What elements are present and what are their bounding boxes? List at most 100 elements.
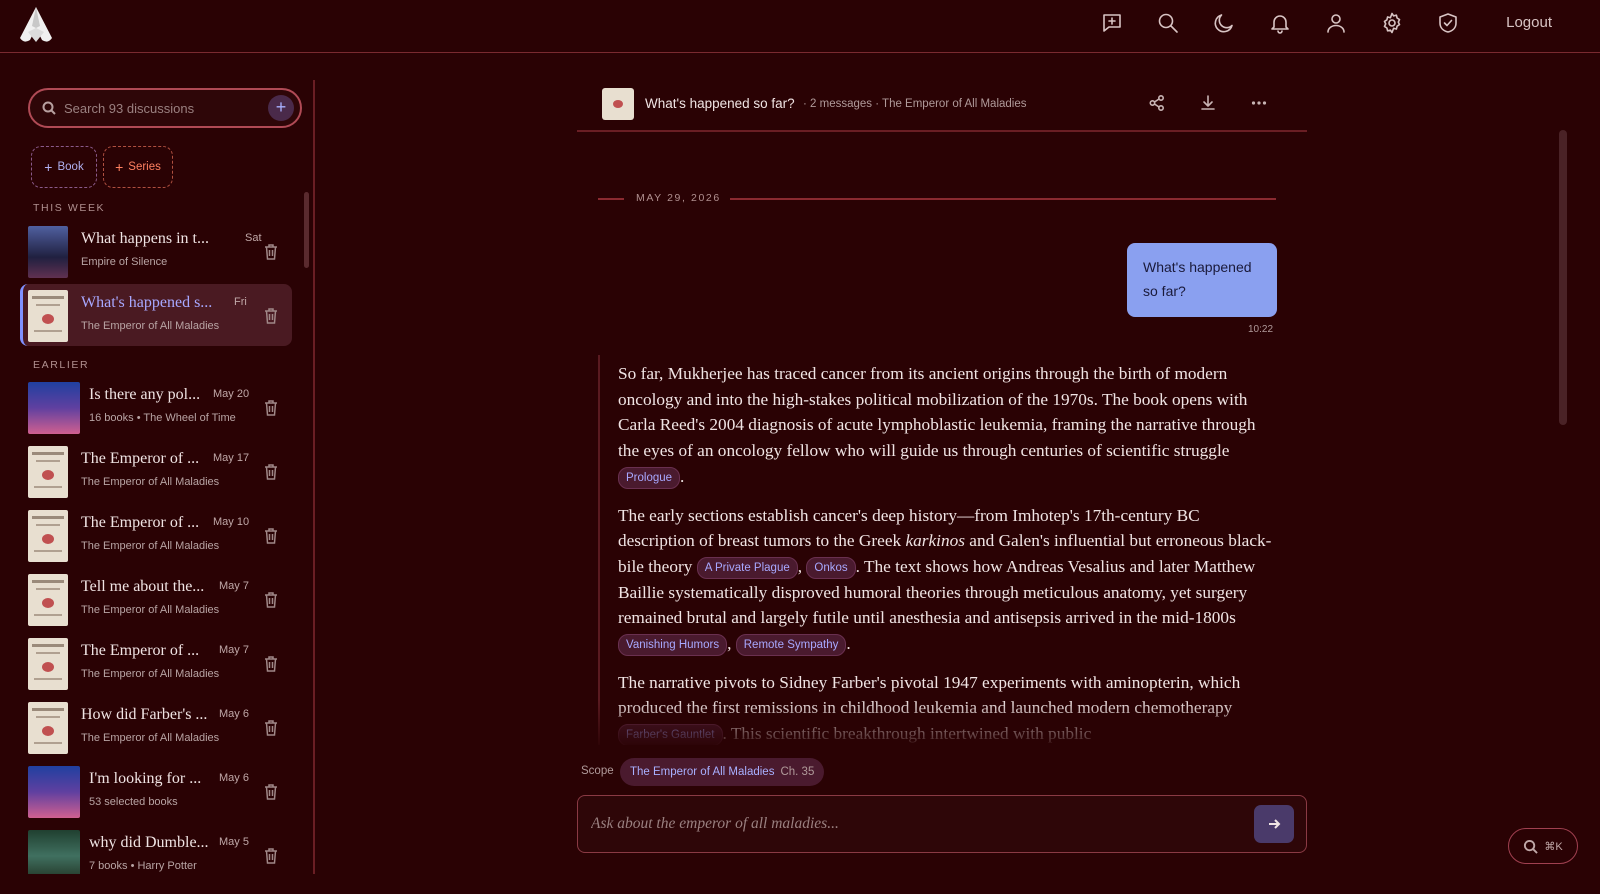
citation-chip[interactable]: A Private Plague [696,556,798,579]
trash-icon[interactable] [264,656,278,672]
conversation-date: May 5 [219,836,249,848]
trash-icon[interactable] [264,308,278,324]
conversation-item[interactable]: The Emperor of ... The Emperor of All Ma… [20,632,292,694]
assistant-message: So far, Mukherjee has traced cancer from… [598,355,1278,745]
book-cover [28,638,68,690]
new-chat-icon[interactable] [1084,0,1140,45]
user-icon[interactable] [1308,0,1364,45]
cmdk-label: ⌘K [1544,840,1563,853]
message-time: 10:22 [1248,324,1274,335]
citation-chip[interactable]: Vanishing Humors [618,634,728,657]
book-cover-stack [28,766,80,818]
conversation-subtitle: The Emperor of All Maladies [81,476,220,488]
command-palette-button[interactable]: ⌘K [1508,828,1578,864]
more-icon[interactable] [1250,94,1272,116]
book-cover-stack [28,382,80,434]
conversation-item[interactable]: Tell me about the... The Emperor of All … [20,568,292,630]
new-discussion-button[interactable]: + [268,95,294,121]
conversation-subtitle: 7 books • Harry Potter [89,860,197,872]
conversation-item[interactable]: What happens in t... Empire of Silence S… [20,220,292,282]
book-cover [28,702,68,754]
sidebar-scrollbar[interactable] [304,192,309,268]
book-cover [28,574,68,626]
conversation-date: May 7 [219,644,249,656]
conversation-subtitle: Empire of Silence [81,256,168,268]
conversation-subtitle: 16 books • The Wheel of Time [89,412,236,424]
trash-icon[interactable] [264,848,278,864]
answer-paragraph: The early sections establish cancer's de… [618,503,1278,657]
sidebar: + + Book + Series THIS WEEK What happens… [14,80,315,874]
discussion-search-input[interactable] [64,96,254,120]
citation-chip[interactable]: Prologue [618,466,681,489]
arrow-right-icon [1269,819,1281,829]
conversation-subtitle: The Emperor of All Maladies [81,732,220,744]
section-this-week: THIS WEEK [33,202,106,214]
conversation-date: Sat [245,232,262,244]
trash-icon[interactable] [264,720,278,736]
trash-icon[interactable] [264,784,278,800]
conversation-item[interactable]: I'm looking for ... 53 selected books Ma… [20,760,292,822]
chat-meta: · 2 messages · The Emperor of All Maladi… [803,98,1027,110]
book-cover [28,290,68,342]
trash-icon[interactable] [264,400,278,416]
scope-book: The Emperor of All Maladies [630,766,775,778]
chat-scrollbar[interactable] [1559,130,1567,425]
add-series-label: Series [128,161,161,173]
conversation-date: May 6 [219,708,249,720]
answer-paragraph: The narrative pivots to Sidney Farber's … [618,670,1278,745]
conversation-title: Is there any pol... [89,386,201,403]
conversation-subtitle: The Emperor of All Maladies [81,668,220,680]
citation-chip[interactable]: Onkos [806,556,856,579]
book-cover [28,510,68,562]
trash-icon[interactable] [264,244,278,260]
scope-chip[interactable]: The Emperor of All Maladies Ch. 35 [620,758,825,786]
send-button[interactable] [1254,805,1294,843]
conversation-title: The Emperor of ... [81,514,200,531]
answer-paragraph: So far, Mukherjee has traced cancer from… [618,361,1278,490]
share-icon[interactable] [1148,94,1170,116]
conversation-title: The Emperor of ... [81,642,200,659]
ask-box [577,795,1307,853]
download-icon[interactable] [1199,94,1221,116]
conversation-date: May 20 [213,388,250,400]
shield-icon[interactable] [1420,0,1476,45]
conversation-item[interactable]: The Emperor of ... The Emperor of All Ma… [20,440,292,502]
conversation-title: The Emperor of ... [81,450,200,467]
conversation-item[interactable]: Is there any pol... 16 books • The Wheel… [20,376,292,438]
conversation-subtitle: The Emperor of All Maladies [81,540,220,552]
book-cover [28,226,68,278]
gear-icon[interactable] [1364,0,1420,45]
conversation-date: May 7 [219,580,249,592]
conversation-item[interactable]: The Emperor of ... The Emperor of All Ma… [20,504,292,566]
conversation-title: What happens in t... [81,230,209,247]
citation-chip[interactable]: Farber's Gauntlet [618,724,723,745]
citation-chip[interactable]: Remote Sympathy [735,634,847,657]
trash-icon[interactable] [264,528,278,544]
conversation-subtitle: The Emperor of All Maladies [81,320,220,332]
conversation-title: why did Dumble... [89,834,209,851]
discussion-search: + [28,88,302,128]
conversation-title: I'm looking for ... [89,770,202,787]
conversation-item[interactable]: How did Farber's ... The Emperor of All … [20,696,292,758]
conversation-item-active[interactable]: What's happened s... The Emperor of All … [20,284,292,346]
search-icon[interactable] [1140,0,1196,45]
app-logo[interactable] [16,4,56,44]
book-cover [602,88,634,120]
section-earlier: EARLIER [33,359,90,371]
conversation-title: How did Farber's ... [81,706,208,723]
book-cover-stack [28,830,80,874]
trash-icon[interactable] [264,464,278,480]
conversation-item[interactable]: why did Dumble... 7 books • Harry Potter… [20,824,292,874]
date-divider-label: MAY 29, 2026 [636,192,721,204]
trash-icon[interactable] [264,592,278,608]
search-icon [1524,839,1539,854]
logout-button[interactable]: Logout [1476,0,1600,45]
conversation-date: May 6 [219,772,249,784]
conversation-date: Fri [234,296,247,308]
add-book-chip[interactable]: + Book [31,146,97,188]
moon-icon[interactable] [1196,0,1252,45]
conversation-subtitle: The Emperor of All Maladies [81,604,220,616]
bell-icon[interactable] [1252,0,1308,45]
add-series-chip[interactable]: + Series [103,146,173,188]
ask-input[interactable] [591,810,1231,838]
